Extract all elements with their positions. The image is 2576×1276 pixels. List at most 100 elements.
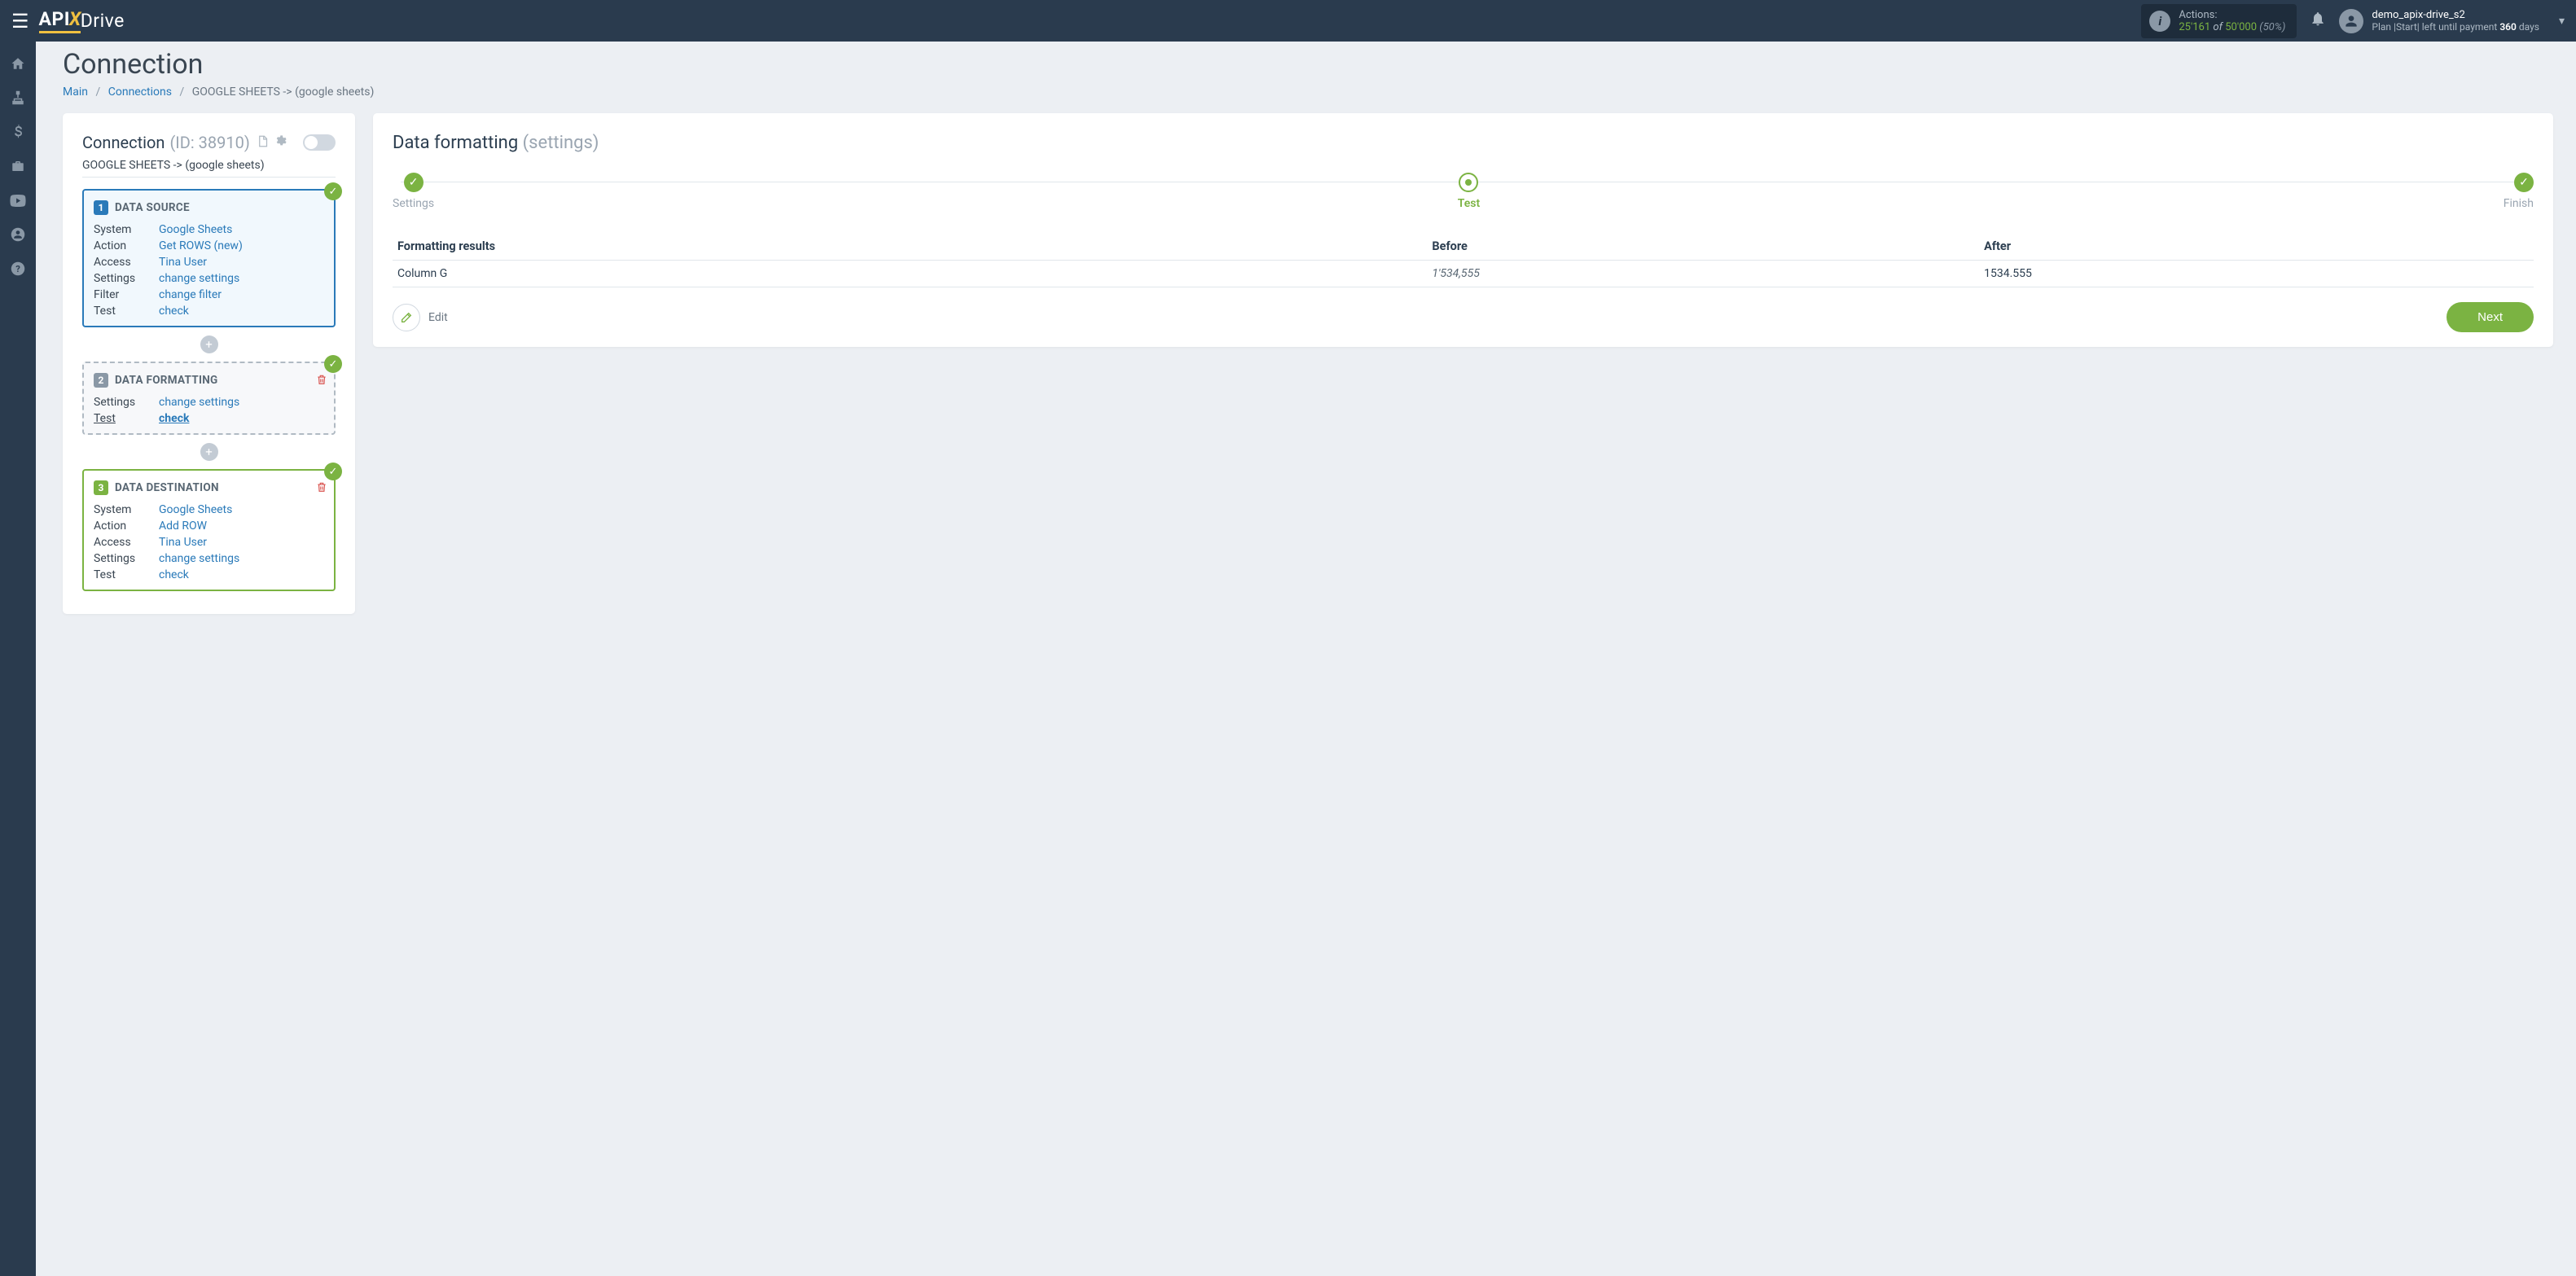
step-row-value[interactable]: check xyxy=(159,412,324,425)
results-table: Formatting results Before After Column G… xyxy=(393,233,2534,287)
sidebar-sitemap-icon[interactable] xyxy=(0,81,36,115)
document-icon[interactable] xyxy=(257,134,269,151)
step-row-value[interactable]: check xyxy=(159,305,324,318)
actions-pct: (50%) xyxy=(2259,21,2285,33)
page-title: Connection xyxy=(63,48,2553,81)
step-row-label: Settings xyxy=(94,552,159,565)
sidebar-dollar-icon[interactable] xyxy=(0,115,36,149)
stepper-settings-icon[interactable]: ✓ xyxy=(404,173,423,192)
step-title: DATA SOURCE xyxy=(115,201,190,214)
step-row-value[interactable]: Google Sheets xyxy=(159,503,324,516)
sidebar-user-icon[interactable] xyxy=(0,217,36,252)
breadcrumb-main[interactable]: Main xyxy=(63,86,88,99)
step-row-value[interactable]: Google Sheets xyxy=(159,223,324,236)
gear-icon[interactable] xyxy=(274,134,287,151)
stepper-test-label: Test xyxy=(1458,197,1480,210)
trash-icon[interactable] xyxy=(316,480,327,497)
add-step-button[interactable]: + xyxy=(200,443,218,461)
check-icon: ✓ xyxy=(324,182,342,200)
connection-card: Connection (ID: 38910) GOOGLE SHEE xyxy=(63,113,355,614)
sidebar-briefcase-icon[interactable] xyxy=(0,149,36,183)
user-menu[interactable]: demo_apix-drive_s2 Plan |Start| left unt… xyxy=(2339,9,2565,33)
step-row-label: Action xyxy=(94,239,159,252)
connection-name: GOOGLE SHEETS -> (google sheets) xyxy=(82,159,336,178)
formatting-card: Data formatting (settings) ✓ Settings Te… xyxy=(373,113,2553,347)
step-row-label: Settings xyxy=(94,396,159,409)
step-row-label: Test xyxy=(94,568,159,581)
cell-after: 1534.555 xyxy=(1979,261,2534,287)
step-data-formatting[interactable]: ✓ 2 DATA FORMATTING Settingschange setti… xyxy=(82,362,336,435)
step-number: 2 xyxy=(94,373,108,388)
table-row: Column G1'534,5551534.555 xyxy=(393,261,2534,287)
table-header-before: Before xyxy=(1427,233,1979,261)
chevron-down-icon: ▾ xyxy=(2559,15,2565,28)
actions-label: Actions: xyxy=(2179,9,2285,21)
step-row-value[interactable]: Tina User xyxy=(159,536,324,549)
cell-before: 1'534,555 xyxy=(1427,261,1979,287)
step-row-value[interactable]: change filter xyxy=(159,288,324,301)
stepper-test-icon[interactable] xyxy=(1459,173,1478,192)
info-icon: i xyxy=(2149,11,2170,32)
add-step-button[interactable]: + xyxy=(200,335,218,353)
step-title: DATA DESTINATION xyxy=(115,481,219,494)
left-sidebar: ? xyxy=(0,42,36,1276)
hamburger-menu-icon[interactable]: ☰ xyxy=(11,10,29,33)
logo-text-x: X xyxy=(69,8,81,30)
step-row-value[interactable]: Get ROWS (new) xyxy=(159,239,324,252)
user-name: demo_apix-drive_s2 xyxy=(2372,9,2539,21)
actions-of: of xyxy=(2213,21,2223,33)
connection-id: (ID: 38910) xyxy=(169,133,249,152)
sidebar-home-icon[interactable] xyxy=(0,46,36,81)
edit-button[interactable]: Edit xyxy=(393,304,448,331)
logo-text-drive: Drive xyxy=(81,10,125,32)
edit-label: Edit xyxy=(428,311,448,324)
brand-logo[interactable]: APIXDrive xyxy=(39,8,125,33)
step-row-value[interactable]: change settings xyxy=(159,272,324,285)
actions-count: 25'161 xyxy=(2179,21,2210,33)
sidebar-help-icon[interactable]: ? xyxy=(0,252,36,286)
step-row-label: Settings xyxy=(94,272,159,285)
top-header: ☰ APIXDrive i Actions: 25'161 of 50'000 … xyxy=(0,0,2576,42)
connection-toggle[interactable] xyxy=(303,134,336,151)
progress-stepper: ✓ Settings Test ✓ Finish xyxy=(393,173,2534,210)
step-row-label: Access xyxy=(94,256,159,269)
sidebar-youtube-icon[interactable] xyxy=(0,183,36,217)
logo-text-api: API xyxy=(39,8,71,30)
user-plan: Plan |Start| left until payment 360 days xyxy=(2372,21,2539,33)
step-row-value[interactable]: Add ROW xyxy=(159,520,324,533)
step-data-source[interactable]: ✓ 1 DATA SOURCE SystemGoogle SheetsActio… xyxy=(82,189,336,327)
step-row-value[interactable]: Tina User xyxy=(159,256,324,269)
notifications-bell-icon[interactable] xyxy=(2310,11,2326,31)
step-row-value[interactable]: check xyxy=(159,568,324,581)
formatting-title: Data formatting (settings) xyxy=(393,133,2534,153)
breadcrumb-connections[interactable]: Connections xyxy=(108,86,172,99)
svg-text:?: ? xyxy=(15,264,20,274)
check-icon: ✓ xyxy=(324,355,342,373)
step-row-label: Action xyxy=(94,520,159,533)
actions-counter-box[interactable]: i Actions: 25'161 of 50'000 (50%) xyxy=(2141,4,2297,38)
table-header-after: After xyxy=(1979,233,2534,261)
connection-card-title: Connection xyxy=(82,133,165,152)
step-number: 3 xyxy=(94,480,108,495)
step-row-value[interactable]: change settings xyxy=(159,552,324,565)
step-row-label: Test xyxy=(94,412,159,425)
breadcrumb: Main / Connections / GOOGLE SHEETS -> (g… xyxy=(63,86,2553,99)
next-button[interactable]: Next xyxy=(2447,302,2534,332)
step-data-destination[interactable]: ✓ 3 DATA DESTINATION SystemGoogle Sheets… xyxy=(82,469,336,591)
breadcrumb-current: GOOGLE SHEETS -> (google sheets) xyxy=(192,86,375,99)
pencil-icon xyxy=(393,304,420,331)
step-row-label: System xyxy=(94,223,159,236)
step-row-label: Filter xyxy=(94,288,159,301)
check-icon: ✓ xyxy=(324,463,342,480)
step-row-label: System xyxy=(94,503,159,516)
stepper-finish-icon[interactable]: ✓ xyxy=(2514,173,2534,192)
stepper-finish-label: Finish xyxy=(2504,197,2534,210)
stepper-settings-label: Settings xyxy=(393,197,434,210)
step-title: DATA FORMATTING xyxy=(115,374,218,387)
cell-name: Column G xyxy=(393,261,1427,287)
step-row-label: Test xyxy=(94,305,159,318)
step-row-value[interactable]: change settings xyxy=(159,396,324,409)
user-avatar-icon xyxy=(2339,9,2363,33)
table-header-results: Formatting results xyxy=(393,233,1427,261)
trash-icon[interactable] xyxy=(316,373,327,389)
